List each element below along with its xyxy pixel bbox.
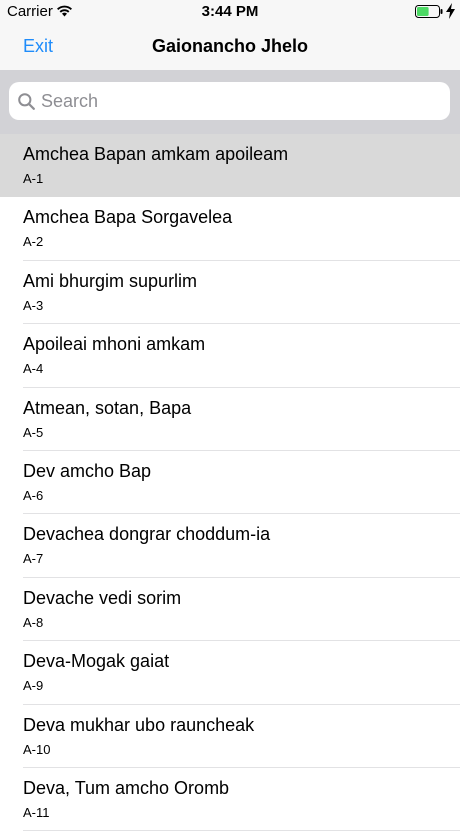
list-item-title: Deva, Tum amcho Oromb bbox=[23, 777, 230, 798]
song-list: Amchea Bapan amkam apoileam A-1 Amchea Bap… bbox=[0, 134, 460, 831]
list-item-subtitle: A-9 bbox=[23, 678, 44, 694]
list-item[interactable]: Deva, Tum amcho Oromb A-11 bbox=[0, 767, 460, 831]
list-item-title: Devachea dongrar choddum-ia bbox=[23, 524, 271, 545]
battery-icon bbox=[415, 5, 443, 18]
list-item-title: Devache vedi sorim bbox=[23, 587, 182, 608]
list-item-title: Amchea Bapa Sorgavelea bbox=[23, 207, 233, 228]
list-item[interactable]: Amchea Bapan amkam apoileam A-1 bbox=[0, 134, 460, 198]
list-item-subtitle: A-2 bbox=[23, 234, 44, 250]
list-item-title: Dev amcho Bap bbox=[23, 460, 152, 481]
charging-bolt-icon bbox=[446, 3, 455, 19]
navigation-bar: Exit Gaionancho Jhelo bbox=[0, 24, 460, 70]
list-item-title: Ami bhurgim supurlim bbox=[23, 270, 198, 291]
list-item-subtitle: A-3 bbox=[23, 297, 44, 313]
list-item[interactable]: Deva mukhar ubo rauncheak A-10 bbox=[0, 704, 460, 768]
list-item-subtitle: A-5 bbox=[23, 424, 44, 440]
status-bar: Carrier 3:44 PM bbox=[0, 0, 460, 24]
list-item-subtitle: A-7 bbox=[23, 551, 44, 567]
list-item[interactable]: Apoileai mhoni amkam A-4 bbox=[0, 324, 460, 388]
search-icon bbox=[18, 93, 35, 110]
list-item-title: Atmean, sotan, Bapa bbox=[23, 397, 192, 418]
list-item[interactable]: Amchea Bapa Sorgavelea A-2 bbox=[0, 197, 460, 261]
list-item-title: Deva mukhar ubo rauncheak bbox=[23, 714, 255, 735]
list-item-subtitle: A-1 bbox=[23, 171, 44, 186]
status-time: 3:44 PM bbox=[201, 3, 259, 20]
list-item[interactable]: Atmean, sotan, Bapa A-5 bbox=[0, 387, 460, 451]
list-item-subtitle: A-10 bbox=[23, 741, 51, 757]
list-item[interactable]: Ami bhurgim supurlim A-3 bbox=[0, 260, 460, 325]
search-bar bbox=[0, 70, 460, 134]
list-item[interactable]: Devache vedi sorim A-8 bbox=[0, 577, 460, 642]
page-title: Gaionancho Jhelo bbox=[151, 36, 309, 56]
search-field[interactable] bbox=[9, 82, 450, 120]
list-item-subtitle: A-6 bbox=[23, 487, 44, 503]
list-item-subtitle: A-4 bbox=[23, 361, 44, 377]
list-item[interactable]: Dev amcho Bap A-6 bbox=[0, 450, 460, 515]
list-item-title: Deva-Mogak gaiat bbox=[23, 651, 170, 672]
list-item-subtitle: A-8 bbox=[23, 614, 44, 630]
list-item-title: Amchea Bapan amkam apoileam bbox=[23, 144, 289, 164]
list-item[interactable]: Deva-Mogak gaiat A-9 bbox=[0, 641, 460, 705]
list-item-title: Apoileai mhoni amkam bbox=[23, 334, 206, 355]
list-item[interactable]: Devachea dongrar choddum-ia A-7 bbox=[0, 514, 460, 578]
search-input[interactable] bbox=[41, 82, 441, 120]
